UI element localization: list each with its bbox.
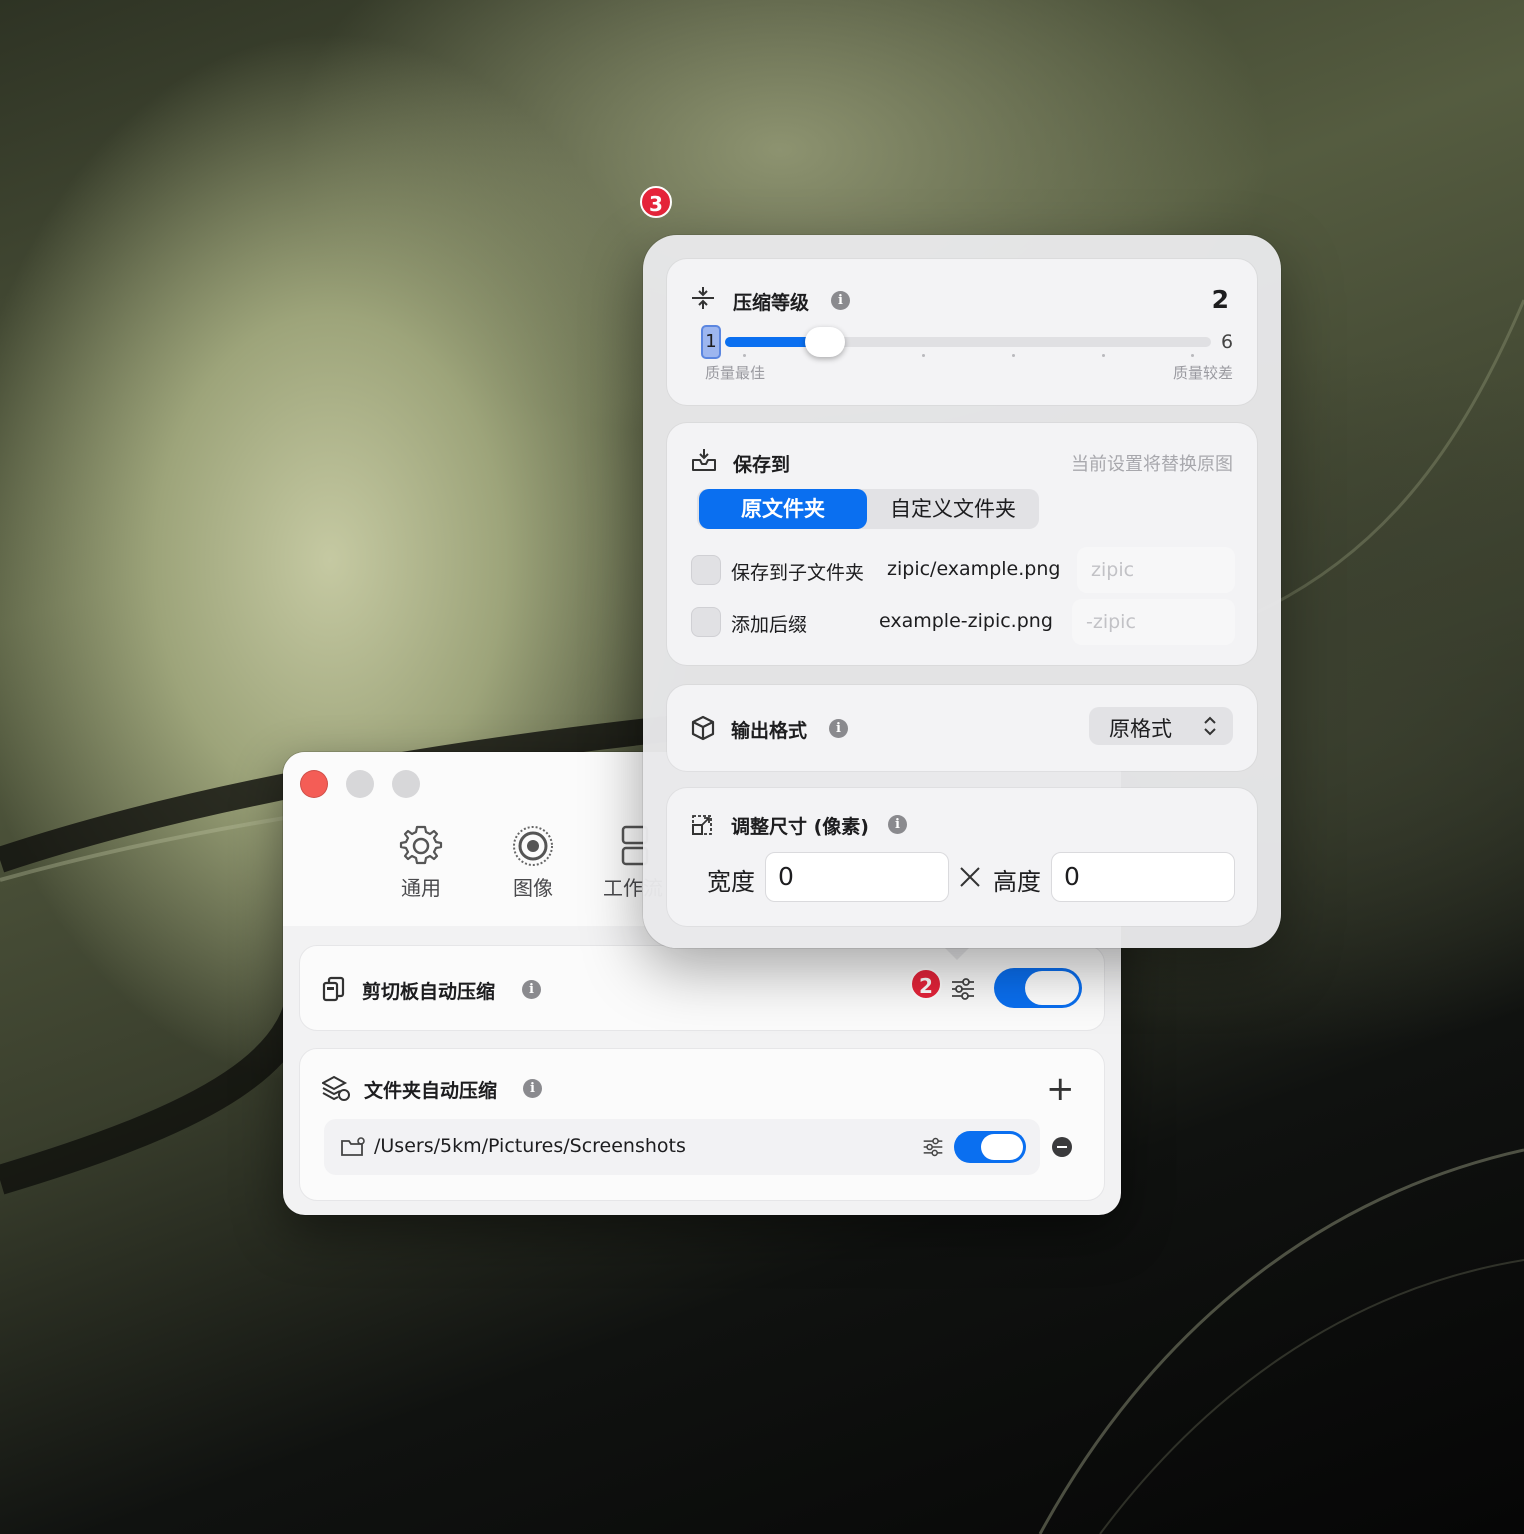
watched-folder-row: /Users/5km/Pictures/Screenshots (324, 1119, 1040, 1175)
clipboard-auto-compress-card: 剪切板自动压缩 i (299, 945, 1105, 1031)
height-label: 高度 (993, 868, 1041, 896)
tab-general[interactable]: 通用 (371, 824, 471, 901)
tab-label: 通用 (401, 876, 441, 900)
suffix-checkbox[interactable] (691, 607, 721, 637)
folder-auto-compress-card: 文件夹自动压缩 i + /Users/5km/Pictures/Screensh… (299, 1048, 1105, 1201)
slider-tick (1191, 354, 1194, 357)
subfolder-label: 保存到子文件夹 (731, 562, 865, 584)
resize-card: 调整尺寸 (像素) i 宽度 0 高度 0 (667, 788, 1257, 926)
output-format-value: 原格式 (1109, 717, 1172, 741)
width-input[interactable]: 0 (765, 852, 949, 902)
best-quality-caption: 质量最佳 (705, 364, 766, 382)
output-format-title: 输出格式 (731, 720, 808, 742)
output-format-info-icon[interactable]: i (829, 719, 848, 738)
toggle-knob (981, 1134, 1023, 1160)
save-to-card: 保存到 当前设置将替换原图 原文件夹 自定义文件夹 保存到子文件夹 zipic/… (667, 423, 1257, 665)
folder-path: /Users/5km/Pictures/Screenshots (374, 1135, 686, 1157)
replace-original-note: 当前设置将替换原图 (1071, 454, 1233, 475)
compress-icon (692, 287, 714, 309)
clipboard-toggle[interactable] (994, 968, 1082, 1008)
remove-folder-icon[interactable] (1052, 1137, 1072, 1157)
output-format-card: 输出格式 i 原格式 (667, 685, 1257, 771)
clipboard-icon (322, 976, 345, 1002)
suffix-example: example-zipic.png (879, 610, 1053, 632)
layers-icon (322, 1075, 350, 1101)
save-location-segmented: 原文件夹 自定义文件夹 (697, 489, 1039, 529)
subfolder-checkbox[interactable] (691, 555, 721, 585)
callout-badge-3: 3 (640, 186, 672, 218)
clipboard-title: 剪切板自动压缩 (362, 981, 496, 1003)
output-format-select[interactable]: 原格式 (1089, 707, 1233, 745)
callout-badge-2: 2 (910, 968, 942, 1000)
resize-info-icon[interactable]: i (888, 815, 907, 834)
subfolder-example: zipic/example.png (887, 558, 1061, 580)
close-button[interactable] (300, 770, 328, 798)
compression-settings-popover: 压缩等级 i 2 1 6 质量最佳 质量较差 保存到 当前设置将替换原图 原文件… (643, 235, 1281, 948)
resize-title: 调整尺寸 (像素) (731, 816, 869, 838)
option-custom-folder[interactable]: 自定义文件夹 (869, 489, 1037, 529)
minimize-button[interactable] (346, 770, 374, 798)
chevron-up-down-icon (1204, 716, 1216, 736)
folder-title: 文件夹自动压缩 (364, 1080, 498, 1102)
option-original-folder[interactable]: 原文件夹 (699, 489, 867, 529)
compression-info-icon[interactable]: i (831, 291, 850, 310)
slider-min-label: 1 (701, 325, 721, 359)
folder-toggle[interactable] (954, 1131, 1026, 1163)
resize-icon (692, 815, 712, 835)
folder-gear-icon (341, 1137, 365, 1156)
subfolder-input[interactable]: zipic (1077, 547, 1235, 593)
save-to-title: 保存到 (733, 454, 791, 476)
width-label: 宽度 (707, 868, 755, 896)
folder-settings-icon[interactable] (922, 1136, 944, 1158)
folder-info-icon[interactable]: i (523, 1079, 542, 1098)
tray-download-icon (692, 449, 716, 471)
clipboard-settings-icon[interactable] (950, 976, 976, 1002)
slider-tick (1012, 354, 1015, 357)
gear-icon (399, 825, 443, 865)
suffix-label: 添加后缀 (731, 614, 808, 636)
add-folder-icon[interactable]: + (1046, 1069, 1075, 1109)
height-input[interactable]: 0 (1051, 852, 1235, 902)
target-icon (513, 826, 553, 866)
slider-max-label: 6 (1221, 331, 1234, 353)
zoom-button[interactable] (392, 770, 420, 798)
toggle-knob (1025, 971, 1079, 1005)
worse-quality-caption: 质量较差 (1172, 364, 1233, 382)
multiply-icon (960, 867, 980, 887)
compression-level-card: 压缩等级 i 2 1 6 质量最佳 质量较差 (667, 259, 1257, 405)
suffix-input[interactable]: -zipic (1072, 599, 1235, 645)
slider-tick (743, 354, 746, 357)
compression-slider-thumb[interactable] (805, 327, 846, 357)
clipboard-info-icon[interactable]: i (522, 980, 541, 999)
slider-tick (922, 354, 925, 357)
compression-value: 2 (1211, 285, 1229, 314)
slider-tick (1102, 354, 1105, 357)
compression-title: 压缩等级 (733, 292, 810, 314)
tab-label: 图像 (513, 876, 553, 900)
compression-slider-track[interactable] (725, 337, 1211, 347)
tab-image[interactable]: 图像 (483, 824, 583, 901)
cube-icon (691, 715, 715, 741)
